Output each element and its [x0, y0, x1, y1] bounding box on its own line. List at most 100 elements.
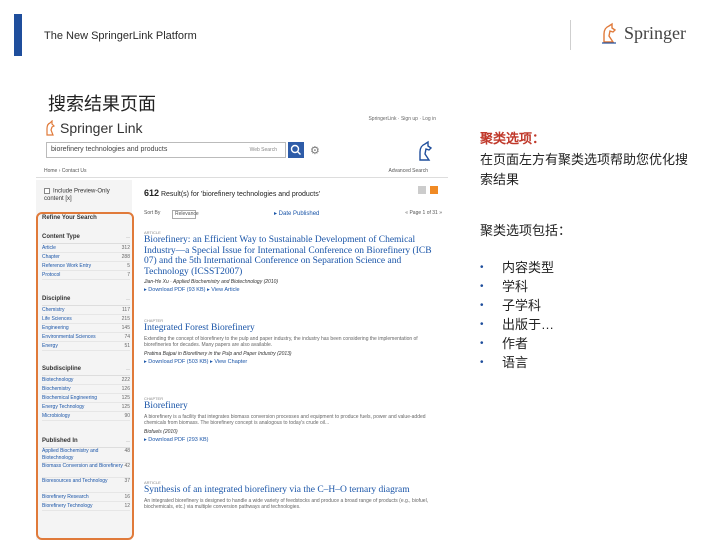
bullet-icon: •	[480, 338, 484, 349]
facet-item-count: 37	[124, 478, 130, 484]
result-item: Chapter Integrated Forest Biorefinery Ex…	[144, 318, 434, 365]
panel-title: 聚类选项：	[480, 131, 546, 146]
breadcrumb[interactable]: Home › Contact Us	[44, 168, 87, 174]
bullet-icon: •	[480, 300, 484, 311]
facet-item-count: 74	[124, 334, 130, 340]
facet-item[interactable]: Biorefinery Research 16	[42, 493, 130, 502]
facet-item[interactable]: Biochemical Engineering 125	[42, 394, 130, 403]
facet-content-type: Content Type — Article 312 Chapter 288 Refe…	[42, 234, 130, 280]
results-count: 612	[144, 188, 160, 198]
result-title[interactable]: Biorefinery	[144, 401, 434, 412]
search-icon	[290, 144, 301, 155]
facet-item[interactable]: Microbiology 90	[42, 412, 130, 421]
facet-item[interactable]: Energy 51	[42, 342, 130, 351]
springerlink-header: Springer Link SpringerLink · Sign up · L…	[36, 114, 448, 178]
facet-item-count: 145	[121, 325, 130, 331]
top-links[interactable]: SpringerLink · Sign up · Log in	[368, 116, 436, 122]
sort-label: Sort By	[144, 210, 161, 216]
facet-item-count: 125	[121, 404, 130, 410]
refine-search-title: Refine Your Search	[42, 215, 97, 221]
result-snippet: An integrated biorefinery is designed to…	[144, 497, 429, 511]
list-item: • 子学科	[480, 296, 554, 315]
springer-logo: Springer	[600, 22, 686, 44]
include-preview-count: [x]	[65, 195, 72, 202]
facet-item[interactable]: Biorefinery Technology 12	[42, 502, 130, 511]
list-item-label: 内容类型	[502, 260, 555, 275]
results-count-line: 612 Result(s) for 'biorefinery technolog…	[144, 188, 320, 198]
facet-item[interactable]: Biomass Conversion and Biorefinery 42	[42, 463, 130, 478]
facet-heading-label: Subdiscipline	[42, 366, 82, 372]
facet-item-count: 222	[121, 377, 130, 383]
facet-subdiscipline: Subdiscipline — Biotechnology 222 Biochemi…	[42, 366, 130, 421]
facet-item[interactable]: Applied Biochemistry and Biotechnology 48	[42, 448, 130, 463]
list-item-label: 学科	[502, 279, 529, 294]
facet-item-label: Article	[42, 245, 56, 251]
facet-item[interactable]: Environmental Sciences 74	[42, 333, 130, 342]
results-count-text: Result(s) for 'biorefinery technologies …	[160, 191, 321, 198]
result-title[interactable]: Synthesis of an integrated biorefinery v…	[144, 485, 434, 496]
result-title[interactable]: Biorefinery: an Efficient Way to Sustain…	[144, 235, 434, 277]
facet-item-label: Applied Biochemistry and Biotechnology	[42, 448, 99, 461]
facet-item-count: 117	[122, 307, 130, 313]
sort-select[interactable]: Relevance	[172, 210, 199, 219]
facet-item[interactable]: Chemistry 117	[42, 306, 130, 315]
date-published-filter[interactable]: ▸ Date Published	[274, 210, 319, 217]
facet-item-count: 5	[127, 263, 130, 269]
share-icon[interactable]	[418, 186, 426, 194]
facet-item-count: 125	[121, 395, 130, 401]
facet-item-label: Life Sciences	[42, 316, 72, 322]
result-title[interactable]: Integrated Forest Biorefinery	[144, 323, 434, 334]
facet-collapse-icon[interactable]: —	[126, 296, 130, 301]
panel-body: 在页面左方有聚类选项帮助您优化搜索结果	[480, 152, 689, 187]
result-download-link[interactable]: ▸ Download PDF (503 KB) ▸ View Chapter	[144, 359, 434, 365]
springer-horse-icon	[419, 140, 433, 161]
facet-discipline: Discipline — Chemistry 117 Life Sciences 21…	[42, 296, 130, 351]
list-item: • 内容类型	[480, 258, 554, 277]
facet-item-count: 51	[124, 343, 130, 349]
facet-item-label: Biomass Conversion and Biorefinery	[42, 463, 123, 469]
springerlink-logo[interactable]: Springer Link	[44, 120, 143, 136]
facet-collapse-icon[interactable]: —	[126, 438, 130, 443]
slide-header: The New SpringerLink Platform Springer	[0, 0, 720, 62]
facet-item[interactable]: Protocol 7	[42, 271, 130, 280]
checkbox-icon[interactable]	[44, 188, 50, 194]
result-item: Article Biorefinery: an Efficient Way to…	[144, 230, 434, 293]
results-controls: Sort By Relevance ▸ Date Published « Pag…	[144, 210, 442, 222]
list-item: • 学科	[480, 277, 554, 296]
result-download-link[interactable]: ▸ Download PDF (293 KB)	[144, 437, 434, 443]
rss-icon[interactable]	[430, 186, 438, 194]
pagination[interactable]: « Page 1 of 31 »	[405, 210, 442, 216]
advanced-search-link[interactable]: Advanced Search	[389, 168, 428, 174]
result-meta: Biofuels (2010)	[144, 428, 178, 435]
facet-item[interactable]: Reference Work Entry 5	[42, 262, 130, 271]
options-title: 聚类选项包括：	[480, 223, 572, 238]
search-input[interactable]: biorefinery technologies and products We…	[46, 142, 286, 158]
facet-item[interactable]: Article 312	[42, 244, 130, 253]
facet-item[interactable]: Biotechnology 222	[42, 376, 130, 385]
gear-icon[interactable]: ⚙	[310, 144, 320, 157]
springer-horse-icon	[602, 22, 617, 44]
list-item-label: 子学科	[502, 298, 542, 313]
list-item: • 语言	[480, 353, 554, 372]
facet-item-label: Environmental Sciences	[42, 334, 96, 340]
facet-item-label: Protocol	[42, 272, 61, 278]
facet-item[interactable]: Life Sciences 215	[42, 315, 130, 324]
facet-item[interactable]: Energy Technology 125	[42, 403, 130, 412]
options-list: • 内容类型 • 学科 • 子学科 • 出版于… • 作者 • 语言	[480, 258, 554, 372]
facet-item[interactable]: Biochemistry 126	[42, 385, 130, 394]
facet-item[interactable]: Engineering 145	[42, 324, 130, 333]
include-preview-label: Include Preview-Only content	[44, 188, 110, 202]
facet-item[interactable]: Bioresources and Technology 37	[42, 478, 130, 493]
result-item: Article Synthesis of an integrated biore…	[144, 480, 434, 511]
result-download-link[interactable]: ▸ Download PDF (93 KB) ▸ View Article	[144, 287, 434, 293]
facet-item-label: Reference Work Entry	[42, 263, 92, 269]
facet-item-label: Biorefinery Research	[42, 494, 89, 500]
facet-item[interactable]: Chapter 288	[42, 253, 130, 262]
facet-heading-label: Content Type	[42, 234, 80, 240]
search-button[interactable]	[288, 142, 304, 158]
include-preview-toggle[interactable]: Include Preview-Only content [x]	[44, 188, 130, 203]
result-snippet: A biorefinery is a facility that integra…	[144, 413, 426, 427]
bullet-icon: •	[480, 357, 484, 368]
facet-collapse-icon[interactable]: —	[126, 234, 130, 239]
facet-collapse-icon[interactable]: —	[126, 366, 130, 371]
